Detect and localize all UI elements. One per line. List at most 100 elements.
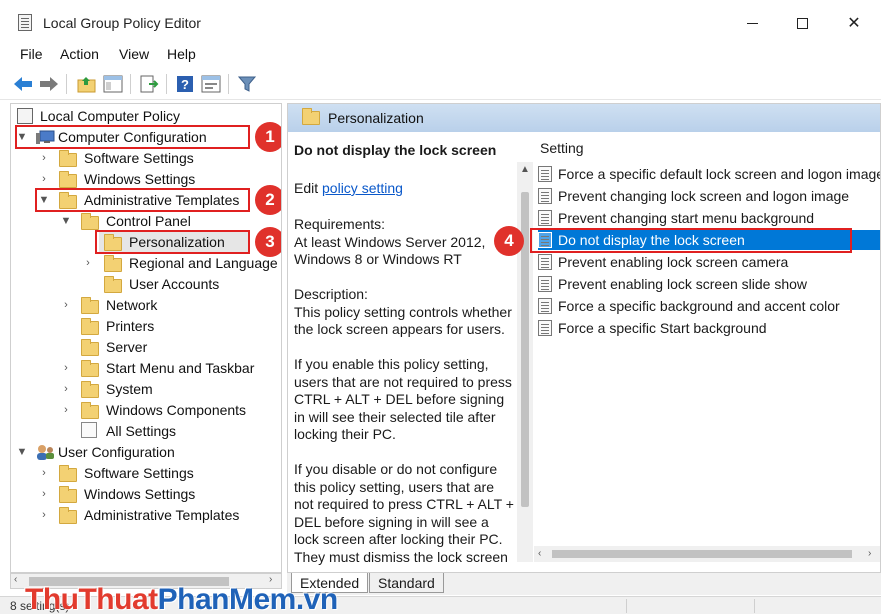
tree-item-user-configuration[interactable]: User Configuration — [35, 442, 178, 462]
watermark-logo: ThuThuatPhanMem.vn — [25, 583, 338, 614]
tree-item-user-accounts[interactable]: User Accounts — [126, 274, 222, 294]
details-pane: Personalization Do not display the lock … — [287, 103, 881, 573]
scroll-up-icon[interactable]: ▲ — [520, 164, 530, 175]
tree-item-windows-components[interactable]: Windows Components — [103, 400, 249, 420]
export-list-icon[interactable] — [138, 73, 160, 95]
toolbar-separator — [166, 74, 167, 94]
tree-item-start-menu-and-taskbar[interactable]: Start Menu and Taskbar — [103, 358, 257, 378]
folder-icon — [59, 465, 77, 482]
scroll-left-icon[interactable]: ‹ — [538, 548, 541, 559]
step-badge-4: 4 — [494, 226, 524, 256]
folder-icon — [81, 318, 99, 335]
tree-item-user-windows-settings[interactable]: Windows Settings — [81, 484, 198, 504]
setting-row[interactable]: Prevent enabling lock screen camera — [538, 252, 880, 272]
folder-icon — [81, 402, 99, 419]
chevron-right-icon[interactable]: › — [37, 505, 51, 525]
policy-setting-icon — [538, 320, 552, 336]
chevron-right-icon[interactable]: › — [59, 379, 73, 399]
forward-arrow-icon[interactable] — [38, 73, 60, 95]
folder-icon — [104, 276, 122, 293]
close-button[interactable]: ✕ — [834, 8, 874, 38]
policy-setting-icon — [538, 276, 552, 292]
chevron-right-icon[interactable]: › — [59, 400, 73, 420]
chevron-right-icon[interactable]: › — [59, 358, 73, 378]
menu-file[interactable]: File — [20, 46, 43, 62]
policy-setting-icon — [538, 298, 552, 314]
tree-item-network[interactable]: Network — [103, 295, 160, 315]
setting-row[interactable]: Prevent changing start menu background — [538, 208, 880, 228]
window-title: Local Group Policy Editor — [43, 15, 201, 31]
menu-action[interactable]: Action — [60, 46, 99, 62]
setting-row[interactable]: Force a specific background and accent c… — [538, 296, 880, 316]
svg-text:?: ? — [181, 77, 189, 92]
description-pane: Do not display the lock screen Edit poli… — [288, 132, 520, 572]
chevron-right-icon[interactable]: › — [37, 148, 51, 168]
help-icon[interactable]: ? — [174, 73, 196, 95]
folder-icon — [81, 213, 99, 230]
details-header-title: Personalization — [328, 110, 424, 126]
scroll-left-icon[interactable]: ‹ — [14, 574, 17, 585]
edit-policy-setting-link[interactable]: policy setting — [322, 180, 403, 196]
settings-column-header[interactable]: Setting — [540, 140, 584, 156]
properties-icon[interactable] — [200, 73, 222, 95]
scrollbar-thumb[interactable] — [552, 550, 852, 558]
policy-description: Requirements: At least Windows Server 20… — [294, 216, 514, 565]
setting-row[interactable]: Prevent enabling lock screen slide show — [538, 274, 880, 294]
tree-item-system[interactable]: System — [103, 379, 156, 399]
setting-row[interactable]: Prevent changing lock screen and logon i… — [538, 186, 880, 206]
chevron-right-icon[interactable]: › — [59, 295, 73, 315]
tree-item-control-panel[interactable]: Control Panel — [103, 211, 194, 231]
toolbar-separator — [228, 74, 229, 94]
filter-icon[interactable] — [236, 73, 258, 95]
up-folder-icon[interactable] — [76, 73, 98, 95]
menu-bar: File Action View Help — [0, 44, 881, 66]
chevron-down-icon[interactable]: ▼ — [59, 211, 73, 231]
maximize-button[interactable] — [782, 8, 822, 38]
step-badge-3: 3 — [255, 227, 281, 257]
tree-item-all-settings[interactable]: All Settings — [103, 421, 179, 441]
chevron-right-icon[interactable]: › — [81, 253, 95, 273]
menu-help[interactable]: Help — [167, 46, 196, 62]
setting-row[interactable]: Force a specific Start background — [538, 318, 880, 338]
step-badge-2: 2 — [255, 185, 281, 215]
folder-icon — [59, 507, 77, 524]
highlight-box-computer-configuration — [15, 125, 250, 149]
tree-item-user-software-settings[interactable]: Software Settings — [81, 463, 197, 483]
maximize-icon — [796, 17, 808, 29]
folder-icon — [81, 297, 99, 314]
toolbar: ? — [0, 68, 881, 100]
folder-icon — [302, 108, 320, 125]
tree-item-software-settings[interactable]: Software Settings — [81, 148, 197, 168]
settings-list-pane: Setting Force a specific default lock sc… — [530, 132, 880, 572]
show-hide-tree-icon[interactable] — [102, 73, 124, 95]
settings-horizontal-scrollbar[interactable]: ‹ › — [534, 546, 880, 562]
back-arrow-icon[interactable] — [12, 73, 34, 95]
policy-title: Do not display the lock screen — [294, 142, 497, 158]
policy-document-icon — [17, 108, 33, 124]
tree-item-windows-settings[interactable]: Windows Settings — [81, 169, 198, 189]
policy-setting-icon — [538, 210, 552, 226]
chevron-right-icon[interactable]: › — [37, 463, 51, 483]
chevron-right-icon[interactable]: › — [37, 484, 51, 504]
tree-item-server[interactable]: Server — [103, 337, 150, 357]
menu-view[interactable]: View — [119, 46, 149, 62]
tab-standard[interactable]: Standard — [369, 573, 444, 593]
folder-icon — [59, 486, 77, 503]
tree-item-printers[interactable]: Printers — [103, 316, 157, 336]
chevron-down-icon[interactable]: ▼ — [15, 442, 29, 462]
chevron-right-icon[interactable]: › — [37, 169, 51, 189]
policy-setting-icon — [538, 188, 552, 204]
tree-item-regional-and-language[interactable]: Regional and Language C — [126, 253, 281, 273]
description-vertical-scrollbar[interactable]: ▲ — [517, 162, 533, 562]
scroll-right-icon[interactable]: › — [868, 548, 871, 559]
setting-row[interactable]: Force a specific default lock screen and… — [538, 164, 880, 184]
details-header: Personalization — [288, 104, 880, 132]
tree-pane: Local Computer Policy ▼ Computer Configu… — [10, 103, 282, 573]
tree-item-local-computer-policy[interactable]: Local Computer Policy — [17, 106, 183, 126]
step-badge-1: 1 — [255, 122, 281, 152]
status-separator — [754, 599, 755, 613]
tree-item-user-administrative-templates[interactable]: Administrative Templates — [81, 505, 242, 525]
minimize-button[interactable] — [732, 8, 772, 38]
highlight-box-do-not-display-lock-screen — [530, 228, 852, 253]
edit-policy-line: Edit policy setting — [294, 180, 403, 196]
